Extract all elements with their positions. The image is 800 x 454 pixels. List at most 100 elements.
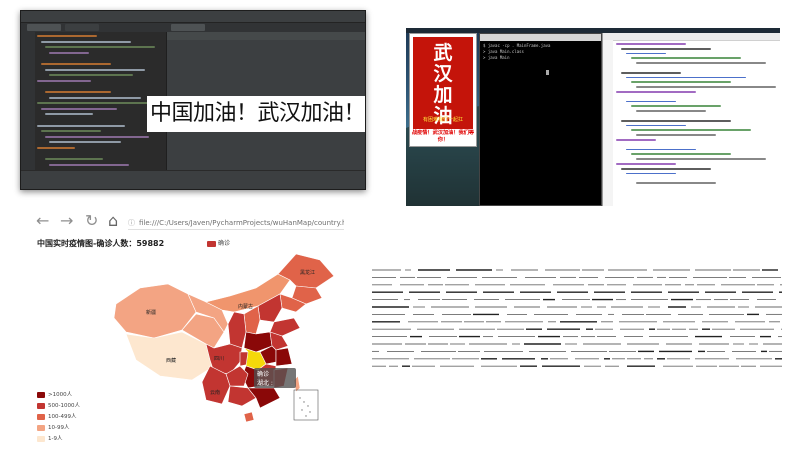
code-line xyxy=(626,124,686,127)
run-console xyxy=(21,170,365,189)
province-label: 新疆 xyxy=(146,309,156,316)
code-line xyxy=(631,129,751,132)
code-editor[interactable] xyxy=(37,35,165,169)
code-line xyxy=(626,172,676,175)
ide-tab[interactable] xyxy=(171,24,205,31)
code-line xyxy=(631,81,731,84)
code-line xyxy=(45,158,103,161)
ide-tab[interactable] xyxy=(65,24,99,31)
code-line xyxy=(636,62,766,64)
piece-label: >1000人 xyxy=(48,392,73,398)
province-label: 黑龙江 xyxy=(300,269,315,276)
province-zhejiang[interactable] xyxy=(275,347,293,367)
map-legend[interactable]: 确诊 xyxy=(207,238,230,247)
code-line xyxy=(37,79,91,82)
terminal-window[interactable]: $ javac -cp . MainFrame.java > java Main… xyxy=(479,33,602,206)
url-text: file:///C:/Users/Javen/PycharmProjects/w… xyxy=(139,219,344,227)
map-tooltip: 确诊 湖北 : 48,206 xyxy=(254,368,296,388)
inset-islands xyxy=(299,397,311,417)
visual-map-piece[interactable]: 100-499人 xyxy=(37,412,80,423)
code-line xyxy=(49,51,89,54)
code-line xyxy=(626,148,696,151)
calligraphy-char: 武 xyxy=(433,42,453,64)
editor-titlebar xyxy=(603,33,780,41)
calligraphy-char: 加 xyxy=(433,84,453,106)
editor-code[interactable] xyxy=(616,43,776,187)
piece-swatch xyxy=(37,391,45,398)
slogan-banner: 中国加油！武汉加油！ xyxy=(147,96,365,132)
code-line xyxy=(631,105,721,108)
visual-map-piece[interactable]: 10-99人 xyxy=(37,423,80,434)
piece-label: 10-99人 xyxy=(48,425,70,431)
code-line xyxy=(49,96,141,99)
code-line xyxy=(631,153,731,156)
code-line xyxy=(636,86,776,88)
tooltip-series: 确诊 xyxy=(257,371,270,378)
piece-swatch xyxy=(37,424,45,431)
code-line xyxy=(45,68,145,71)
forward-icon[interactable]: → xyxy=(60,212,73,230)
code-line xyxy=(49,74,133,77)
code-line xyxy=(626,76,746,79)
info-icon: ⓘ xyxy=(128,219,135,227)
code-line xyxy=(626,100,676,103)
visual-map-piece[interactable]: 1-9人 xyxy=(37,434,80,445)
code-line xyxy=(621,167,711,170)
ascii-art-glyphs xyxy=(372,269,782,367)
code-line xyxy=(621,47,711,50)
legend-swatch xyxy=(207,240,216,247)
reload-icon[interactable]: ↻ xyxy=(85,212,98,230)
piece-label: 100-499人 xyxy=(48,414,77,420)
code-line xyxy=(45,113,93,116)
home-icon[interactable]: ⌂ xyxy=(108,212,118,230)
code-line xyxy=(49,141,121,144)
code-line xyxy=(37,124,125,127)
code-line xyxy=(636,182,716,184)
code-line xyxy=(37,146,75,149)
province-label: 四川 xyxy=(214,356,224,362)
poster-bottom-text: 战疫情！武汉加油！我们等你！ xyxy=(411,130,475,143)
code-line xyxy=(636,158,766,160)
province-label: 西藏 xyxy=(166,357,176,364)
legend-label: 确诊 xyxy=(218,240,231,247)
calligraphy-char: 汉 xyxy=(433,63,453,85)
code-line xyxy=(41,130,101,133)
java-editor-window[interactable] xyxy=(602,33,780,206)
tooltip-value: 湖北 : 48,206 xyxy=(257,380,273,387)
code-line xyxy=(616,43,686,45)
back-icon[interactable]: ← xyxy=(36,212,49,230)
piece-label: 500-1000人 xyxy=(48,403,80,409)
code-line xyxy=(49,163,129,166)
code-line xyxy=(41,62,111,65)
ascii-art-output xyxy=(372,264,784,374)
piece-swatch xyxy=(37,402,45,409)
ide-tab-bar xyxy=(21,23,365,32)
province-hainan[interactable] xyxy=(243,411,255,423)
code-line xyxy=(37,35,97,37)
code-line xyxy=(41,107,117,110)
poster-calligraphy: 武 汉 加 油 xyxy=(413,43,473,127)
piece-label: 1-9人 xyxy=(48,436,63,442)
line-number-gutter xyxy=(21,32,35,171)
poster-caption: 有困难我们一起扛 xyxy=(422,117,463,123)
mouse-cursor-icon xyxy=(546,70,549,75)
ide-titlebar xyxy=(21,11,365,23)
code-line xyxy=(636,110,706,112)
poster-window[interactable]: 武 汉 加 油 有困难我们一起扛 战疫情！武汉加油！我们等你！ xyxy=(409,33,477,147)
code-line xyxy=(616,138,656,141)
province-label: 云南 xyxy=(210,389,220,396)
visual-map-piece[interactable]: >1000人 xyxy=(37,390,80,401)
china-map[interactable]: 新疆 西藏 黑龙江 内蒙古 四川 云南 xyxy=(110,248,350,448)
code-line xyxy=(621,71,681,74)
code-line xyxy=(45,135,149,138)
code-line xyxy=(626,52,666,55)
province-shanxi[interactable] xyxy=(243,305,261,335)
visual-map-piece[interactable]: 500-1000人 xyxy=(37,401,80,412)
terminal-titlebar xyxy=(480,34,601,41)
code-line xyxy=(631,57,741,60)
province-shaanxi[interactable] xyxy=(227,311,247,349)
visual-map-legend[interactable]: >1000人 500-1000人 100-499人 10-99人 1-9人 xyxy=(37,390,80,445)
address-bar[interactable]: ⓘ file:///C:/Users/Javen/PycharmProjects/… xyxy=(128,216,344,230)
ide-tab[interactable] xyxy=(27,24,61,31)
editor-gutter xyxy=(603,40,613,206)
